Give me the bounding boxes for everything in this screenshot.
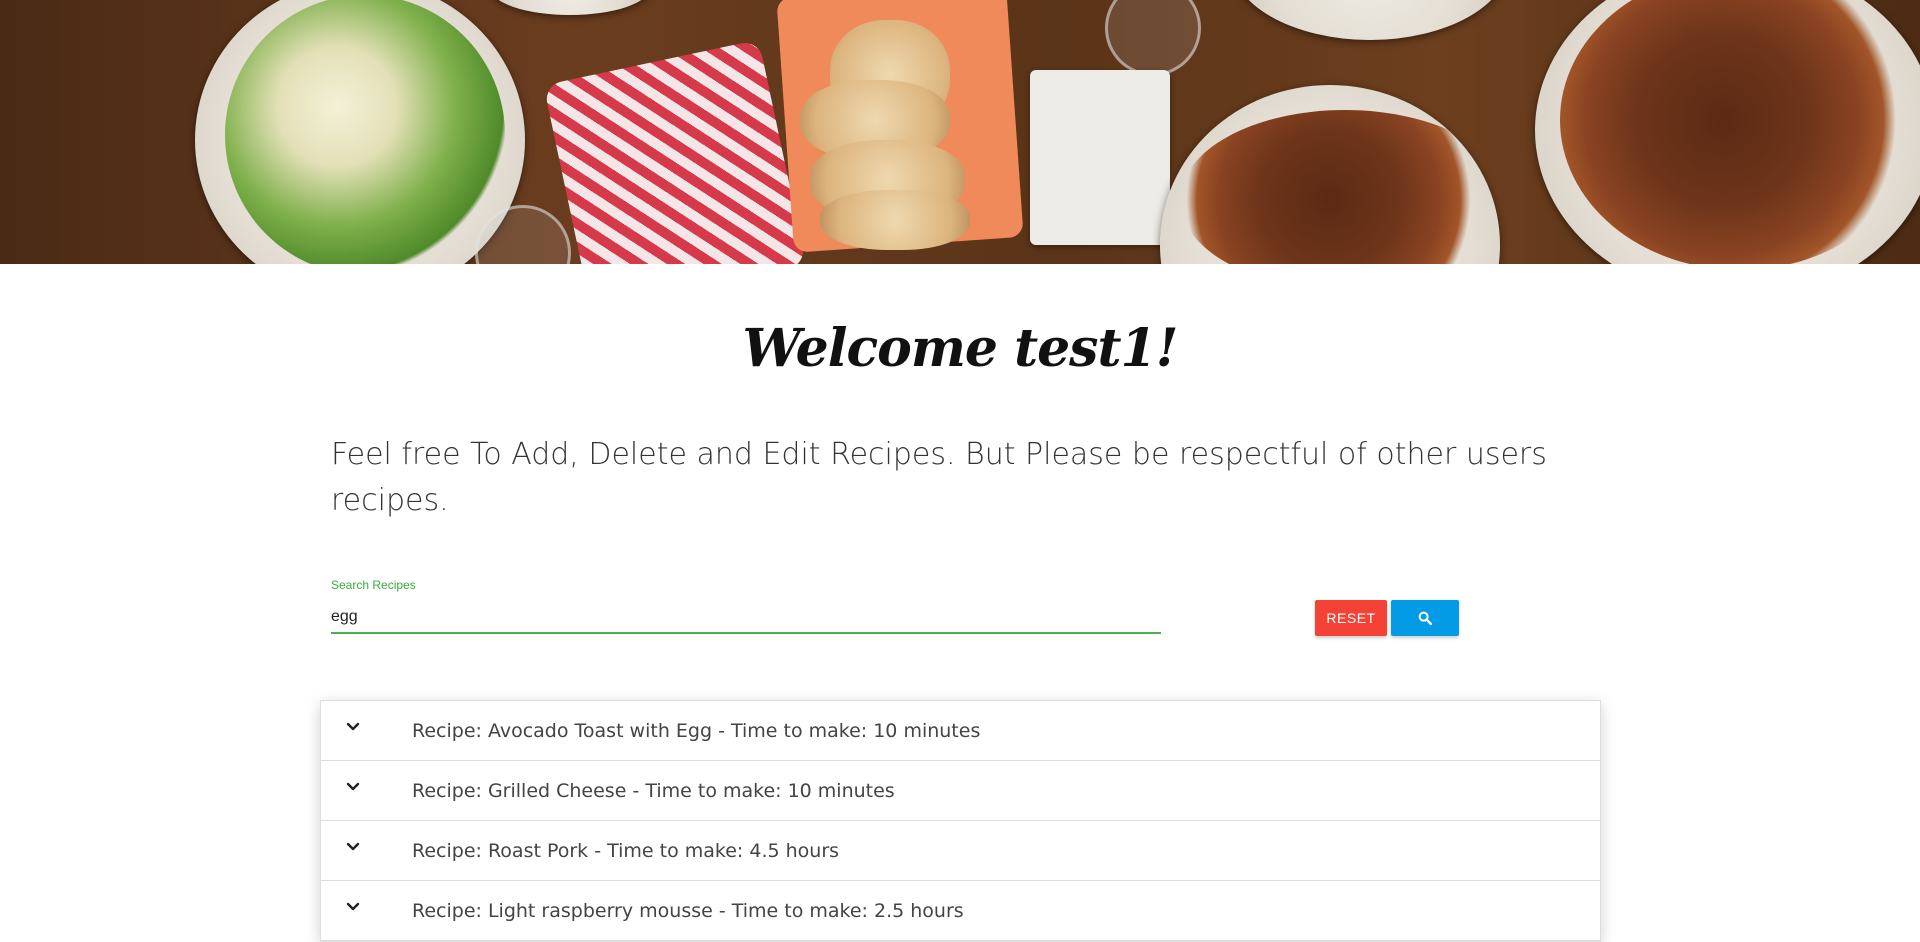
chevron-down-icon[interactable] — [341, 775, 365, 799]
recipe-label: Recipe: Grilled Cheese - Time to make: 1… — [412, 779, 895, 802]
recipe-label: Recipe: Roast Pork - Time to make: 4.5 h… — [412, 839, 840, 862]
recipe-label: Recipe: Light raspberry mousse - Time to… — [412, 899, 964, 922]
search-input[interactable] — [331, 602, 1161, 634]
search-field: Search Recipes — [331, 578, 1161, 638]
recipe-item[interactable]: Recipe: Light raspberry mousse - Time to… — [321, 881, 1600, 941]
recipe-label: Recipe: Avocado Toast with Egg - Time to… — [412, 719, 981, 742]
search-icon — [1418, 611, 1433, 626]
recipe-item[interactable]: Recipe: Grilled Cheese - Time to make: 1… — [321, 761, 1600, 821]
search-label: Search Recipes — [331, 578, 416, 592]
chevron-down-icon[interactable] — [341, 895, 365, 919]
reset-button[interactable]: RESET — [1315, 600, 1387, 636]
hero-banner-image — [0, 0, 1920, 264]
welcome-heading: Welcome test1! — [742, 318, 1179, 379]
recipe-item[interactable]: Recipe: Roast Pork - Time to make: 4.5 h… — [321, 821, 1600, 881]
recipe-item[interactable]: Recipe: Avocado Toast with Egg - Time to… — [321, 701, 1600, 761]
chevron-down-icon[interactable] — [341, 715, 365, 739]
chevron-down-icon[interactable] — [341, 835, 365, 859]
recipe-list: Recipe: Avocado Toast with Egg - Time to… — [320, 700, 1601, 942]
intro-text: Feel free To Add, Delete and Edit Recipe… — [331, 437, 1547, 518]
search-button[interactable] — [1391, 600, 1459, 636]
